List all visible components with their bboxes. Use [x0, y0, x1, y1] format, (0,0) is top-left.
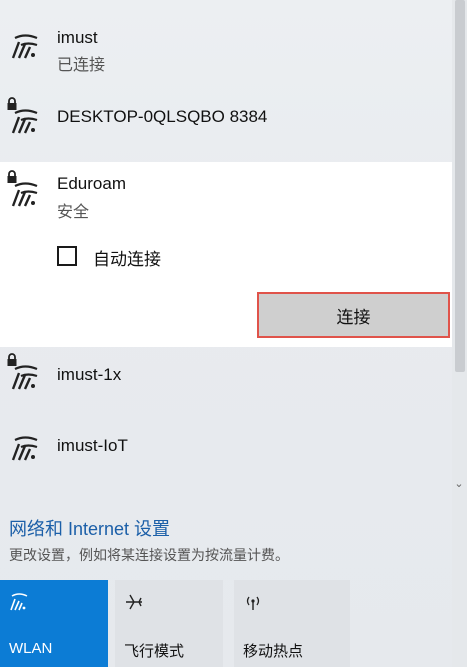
- network-item-imust-iot[interactable]: imust-IoT: [0, 419, 452, 489]
- network-name: Eduroam: [57, 174, 126, 193]
- wifi-signal-icon: [11, 109, 38, 134]
- network-name: imust-IoT: [57, 436, 128, 455]
- mobile-hotspot-toggle[interactable]: 移动热点: [234, 580, 350, 667]
- network-status: 安全: [57, 204, 90, 221]
- network-name: DESKTOP-0QLSQBO 8384: [57, 107, 268, 126]
- auto-connect-checkbox[interactable]: [57, 246, 77, 266]
- airplane-icon: [126, 594, 142, 610]
- network-settings-link[interactable]: 网络和 Internet 设置: [9, 515, 170, 541]
- scrollbar-thumb[interactable]: [455, 0, 465, 372]
- auto-connect-label: 自动连接: [93, 250, 161, 269]
- network-name: imust: [57, 28, 98, 47]
- network-item-imust[interactable]: imust 已连接: [0, 0, 452, 80]
- network-settings-description: 更改设置，例如将某连接设置为按流量计费。: [9, 547, 289, 563]
- network-status: 已连接: [57, 57, 106, 74]
- mobile-hotspot-label: 移动热点: [243, 643, 304, 660]
- wifi-signal-icon: [11, 34, 38, 59]
- scrollbar[interactable]: ⌄: [452, 0, 467, 667]
- hotspot-icon: [246, 596, 260, 610]
- wifi-signal-icon: [11, 365, 38, 390]
- network-flyout: imust 已连接 DESKTOP-0QLSQBO 8384 Eduroam 安…: [0, 0, 452, 667]
- airplane-mode-toggle[interactable]: 飞行模式: [115, 580, 223, 667]
- network-item-imust-1x[interactable]: imust-1x: [0, 347, 452, 419]
- wlan-toggle[interactable]: WLAN: [0, 580, 108, 667]
- connect-button[interactable]: 连接: [257, 292, 450, 338]
- network-item-desktop[interactable]: DESKTOP-0QLSQBO 8384: [0, 80, 452, 162]
- connect-button-label: 连接: [336, 307, 371, 327]
- wlan-label: WLAN: [9, 640, 53, 657]
- wifi-signal-icon: [11, 182, 38, 207]
- airplane-mode-label: 飞行模式: [124, 643, 185, 660]
- network-name: imust-1x: [57, 365, 122, 384]
- wifi-signal-icon: [11, 436, 38, 461]
- wifi-icon: [10, 593, 28, 611]
- chevron-down-icon[interactable]: ⌄: [453, 478, 465, 490]
